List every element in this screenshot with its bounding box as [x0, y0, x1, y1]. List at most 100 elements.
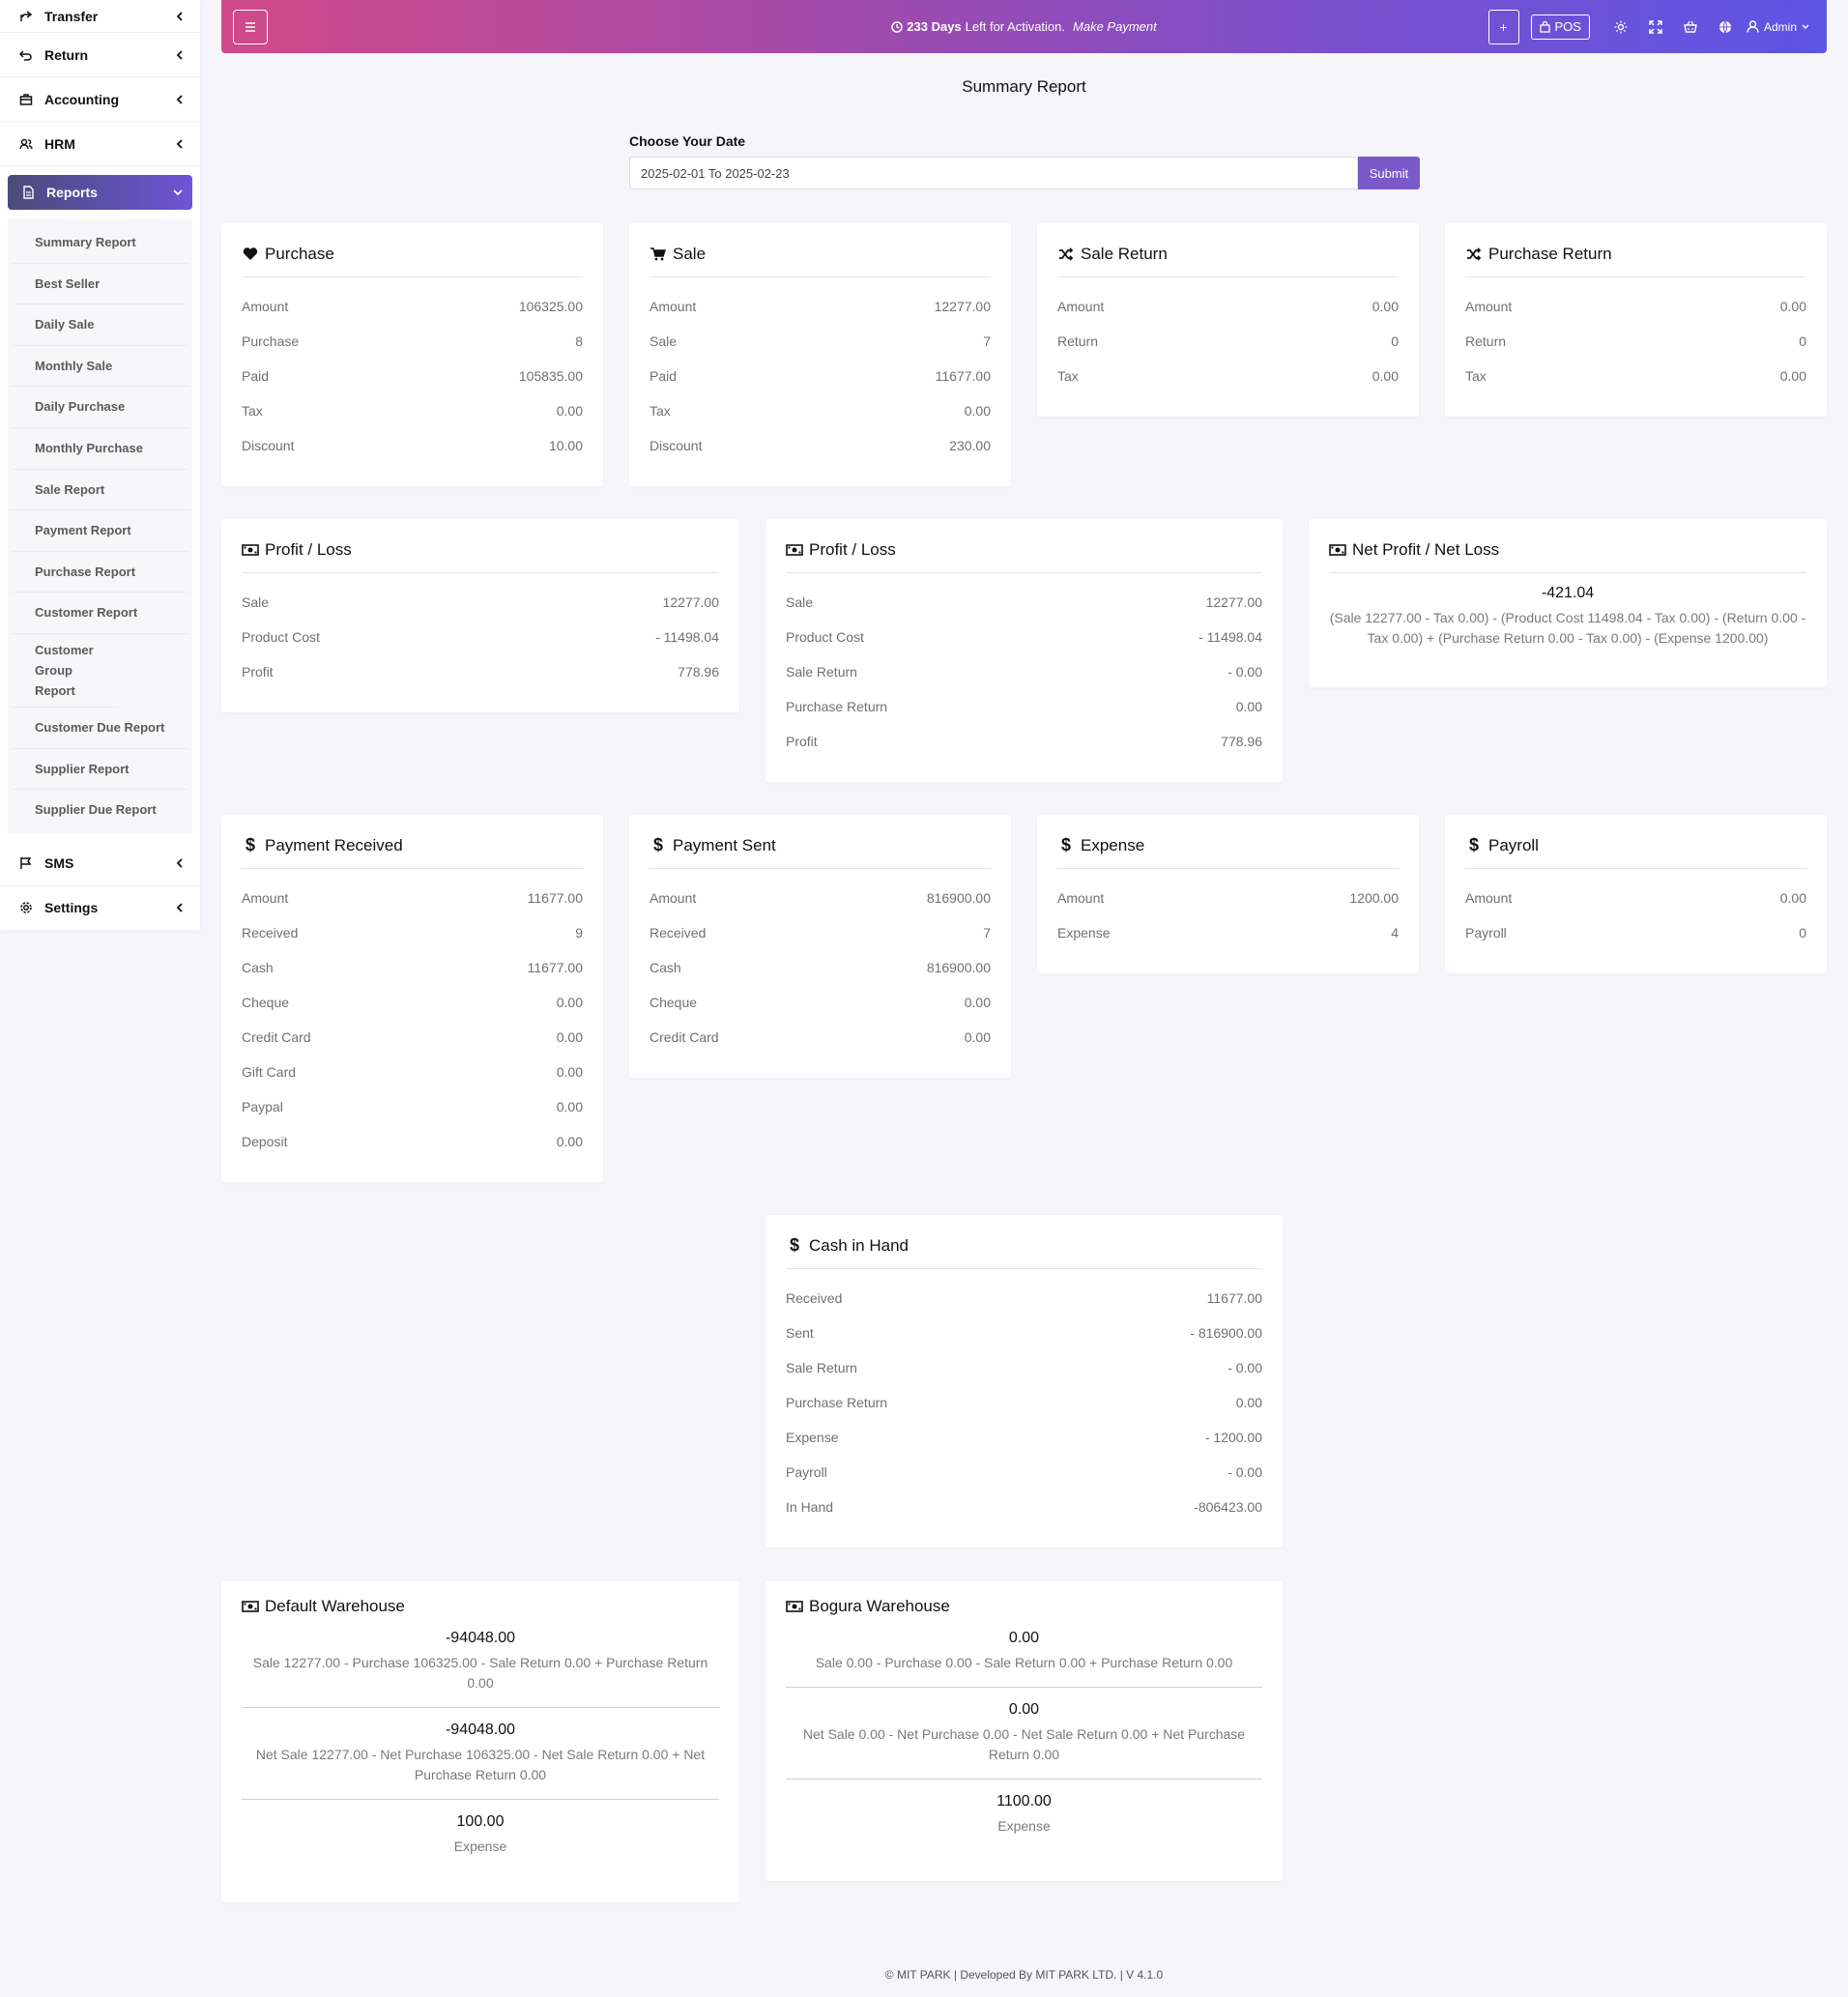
- row-label: Sale: [786, 594, 814, 610]
- submenu-item-daily-sale[interactable]: Daily Sale: [12, 304, 188, 346]
- money-icon: [242, 541, 259, 559]
- date-range-input[interactable]: [629, 157, 1358, 189]
- card-rows: Sale 12277.00 Product Cost - 11498.04 Profit…: [242, 573, 719, 689]
- card-header: Purchase: [242, 223, 583, 277]
- card-row: Amount 0.00: [1465, 881, 1806, 915]
- card-rows: Sale 12277.00 Product Cost - 11498.04 Sale R…: [786, 573, 1262, 759]
- row-label: Return: [1057, 333, 1099, 349]
- menu-toggle-button[interactable]: [233, 9, 268, 44]
- submenu-item-summary-report[interactable]: Summary Report: [12, 222, 188, 264]
- row-label: Cheque: [650, 995, 698, 1010]
- row-value: 0.00: [964, 1029, 991, 1045]
- reports-submenu: Summary Report Best Seller Daily Sale Mo…: [8, 218, 192, 834]
- sidebar-item-label: Return: [44, 46, 89, 63]
- card-row: Product Cost - 11498.04: [242, 620, 719, 654]
- row-value: 0.00: [556, 1134, 583, 1149]
- activation-days: 233 Days: [907, 19, 962, 34]
- card-rows: Amount 0.00 Payroll 0: [1465, 869, 1806, 950]
- submenu-item-monthly-sale[interactable]: Monthly Sale: [12, 346, 188, 388]
- row-value: 0.00: [556, 1099, 583, 1114]
- dollar-icon: $: [652, 835, 663, 854]
- card-row: Amount 11677.00: [242, 881, 583, 915]
- submenu-item-payment-report[interactable]: Payment Report: [12, 510, 188, 552]
- sidebar-item-accounting[interactable]: Accounting: [0, 77, 200, 122]
- submenu-item-purchase-report[interactable]: Purchase Report: [12, 552, 188, 593]
- submenu-item-monthly-purchase[interactable]: Monthly Purchase: [12, 428, 188, 470]
- warehouse-description: Sale 12277.00 - Purchase 106325.00 - Sal…: [252, 1655, 708, 1691]
- row-label: Cash: [650, 960, 681, 975]
- card-header: Sale: [650, 223, 991, 277]
- basket-button[interactable]: [1673, 10, 1708, 44]
- money-icon: [1329, 541, 1346, 559]
- warehouse-value: 0.00: [1008, 1701, 1040, 1718]
- card-row: Purchase Return 0.00: [786, 689, 1262, 724]
- row-label: Amount: [1057, 299, 1105, 314]
- submenu-item-daily-purchase[interactable]: Daily Purchase: [12, 387, 188, 428]
- card-header: Sale Return: [1057, 223, 1399, 277]
- row-label: Amount: [1465, 890, 1513, 906]
- row-label: Received: [650, 925, 707, 941]
- users-icon: [17, 135, 35, 153]
- card-title: Payment Sent: [673, 835, 776, 854]
- payment-received-card: $ Payment Received Amount 11677.00 Receive…: [221, 815, 603, 1182]
- card-row: Return 0: [1465, 324, 1806, 359]
- row-value: - 0.00: [1227, 664, 1262, 680]
- submenu-item-supplier-report[interactable]: Supplier Report: [12, 749, 188, 791]
- make-payment-link[interactable]: Make Payment: [1073, 19, 1157, 34]
- theme-toggle-button[interactable]: [1603, 10, 1638, 44]
- row-label: Paypal: [242, 1099, 283, 1114]
- dollar-icon: $: [1060, 835, 1071, 854]
- card-rows: Amount 0.00 Return 0 Tax 0.00: [1057, 277, 1399, 393]
- submit-button[interactable]: Submit: [1358, 157, 1420, 189]
- submenu-item-supplier-due-report[interactable]: Supplier Due Report: [12, 790, 188, 830]
- row-value: 778.96: [1221, 734, 1262, 749]
- row-value: 11677.00: [527, 890, 583, 906]
- submenu-item-customer-due-report[interactable]: Customer Due Report: [12, 708, 188, 749]
- card-row: Discount 10.00: [242, 428, 583, 463]
- fullscreen-button[interactable]: [1638, 10, 1673, 44]
- submenu-item-customer-report[interactable]: Customer Report: [12, 593, 188, 634]
- row-value: - 11498.04: [655, 629, 719, 645]
- row-label: Profit: [242, 664, 274, 680]
- expand-icon: [1649, 19, 1662, 34]
- chevron-left-icon: [175, 49, 185, 60]
- submenu-item-customer-group-report[interactable]: Customer Group Report: [12, 634, 118, 708]
- sidebar-item-label: Reports: [46, 185, 98, 200]
- row-label: Expense: [1057, 925, 1111, 941]
- card-row: Received 9: [242, 915, 583, 950]
- chevron-left-icon: [175, 11, 185, 21]
- chevron-left-icon: [175, 138, 185, 149]
- card-title: Net Profit / Net Loss: [1352, 539, 1500, 559]
- sidebar-item-return[interactable]: Return: [0, 33, 200, 77]
- dollar-icon: $: [789, 1235, 799, 1255]
- card-row: Amount 12277.00: [650, 289, 991, 324]
- admin-menu[interactable]: Admin: [1747, 20, 1809, 34]
- language-button[interactable]: [1708, 10, 1743, 44]
- row-label: Credit Card: [242, 1029, 311, 1045]
- sidebar-item-transfer[interactable]: Transfer: [0, 0, 200, 33]
- card-rows: Amount 816900.00 Received 7 Cash 816900.00 Che…: [650, 869, 991, 1055]
- add-button[interactable]: +: [1487, 9, 1519, 44]
- sidebar-item-reports[interactable]: Reports: [8, 175, 192, 210]
- pos-button[interactable]: POS: [1530, 14, 1590, 40]
- sidebar-item-settings[interactable]: Settings: [0, 886, 200, 931]
- row-value: 11677.00: [1206, 1290, 1262, 1306]
- row-label: Payroll: [1465, 925, 1507, 941]
- row-value: 12277.00: [662, 594, 719, 610]
- row-value: 816900.00: [926, 890, 991, 906]
- card-row: Credit Card 0.00: [650, 1020, 991, 1055]
- row-label: Purchase Return: [786, 1395, 888, 1410]
- row-label: Received: [242, 925, 299, 941]
- net-profit-formula: -421.04 (Sale 12277.00 - Tax 0.00) - (Pr…: [1329, 573, 1806, 649]
- profit-loss-card-1: Profit / Loss Sale 12277.00 Product Cost - …: [221, 519, 739, 712]
- sidebar-item-sms[interactable]: SMS: [0, 842, 200, 886]
- row-label: In Hand: [786, 1499, 834, 1515]
- row-label: Tax: [650, 403, 671, 419]
- date-label: Choose Your Date: [629, 133, 746, 149]
- submenu-item-sale-report[interactable]: Sale Report: [12, 470, 188, 511]
- card-row: Gift Card 0.00: [242, 1055, 583, 1089]
- card-title: Bogura Warehouse: [809, 1597, 950, 1615]
- submenu-item-best-seller[interactable]: Best Seller: [12, 264, 188, 305]
- chevron-left-icon: [175, 903, 185, 912]
- sidebar-item-hrm[interactable]: HRM: [0, 122, 200, 166]
